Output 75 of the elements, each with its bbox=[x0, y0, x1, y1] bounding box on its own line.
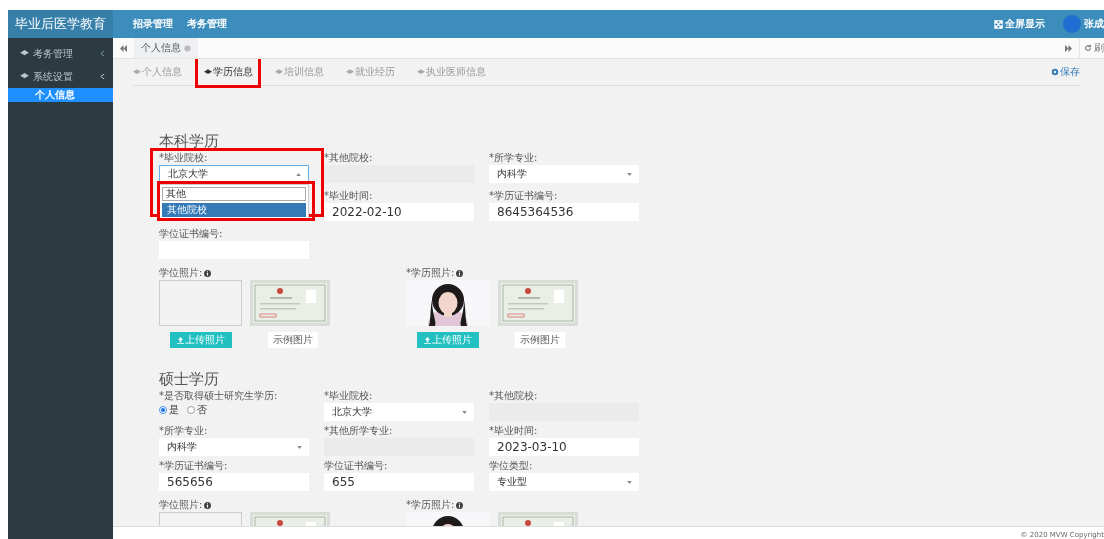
field-label: 学位照片: bbox=[159, 499, 330, 511]
input-field[interactable]: 2022-02-10 bbox=[324, 203, 474, 221]
dropdown-option[interactable]: 其他院校 bbox=[162, 203, 306, 217]
scroll-left-icon[interactable] bbox=[119, 44, 128, 52]
tab-icon bbox=[133, 68, 141, 76]
nav-link[interactable]: 招录管理 bbox=[133, 17, 173, 31]
app-logo: 毕业后医学教育 bbox=[8, 10, 113, 38]
tab-icon bbox=[417, 68, 425, 76]
caret-icon bbox=[297, 445, 302, 449]
select-field[interactable]: 内科学 bbox=[489, 165, 639, 183]
select-field[interactable]: 内科学 bbox=[159, 438, 309, 456]
user-name[interactable]: 张成 bbox=[1084, 17, 1104, 31]
expand-icon bbox=[994, 19, 1003, 29]
field-label: 学位证书编号: bbox=[324, 460, 389, 472]
field-label: *其他院校: bbox=[324, 152, 374, 164]
caret-icon bbox=[100, 50, 105, 57]
field-label: *其他院校: bbox=[489, 390, 539, 402]
radio-option[interactable]: 否 bbox=[187, 403, 207, 417]
field-label: *毕业时间: bbox=[489, 425, 539, 437]
input-field[interactable]: 8645364536 bbox=[489, 203, 639, 221]
field-label: *所学专业: bbox=[159, 425, 209, 437]
select-field[interactable]: 专业型 bbox=[489, 473, 639, 491]
caret-icon bbox=[296, 172, 301, 176]
field-label: *毕业时间: bbox=[324, 190, 374, 202]
field-label: *所学专业: bbox=[489, 152, 539, 164]
input-field[interactable]: 655 bbox=[324, 473, 474, 491]
info-icon bbox=[204, 269, 212, 277]
field-label: 学位类型: bbox=[489, 460, 534, 472]
upload-icon bbox=[424, 336, 431, 344]
sample-button[interactable]: 示例图片 bbox=[515, 332, 565, 348]
tab-icon bbox=[275, 68, 283, 76]
field-label: 学位照片: bbox=[159, 267, 330, 279]
field-label: *学历照片: bbox=[406, 267, 578, 279]
sidebar-label: 系统设置 bbox=[33, 69, 74, 84]
sidebar-label: 考务管理 bbox=[33, 46, 74, 61]
field-label: *毕业院校: bbox=[324, 390, 374, 402]
input-field[interactable]: 565656 bbox=[159, 473, 309, 491]
sample-button[interactable]: 示例图片 bbox=[268, 332, 318, 348]
radio-button[interactable] bbox=[187, 406, 195, 414]
field-label: 学位证书编号: bbox=[159, 228, 224, 240]
refresh-icon bbox=[1084, 44, 1092, 52]
info-icon bbox=[204, 501, 212, 509]
upload-icon bbox=[177, 336, 184, 344]
close-icon[interactable] bbox=[184, 44, 191, 52]
sidebar-item[interactable]: 考务管理 bbox=[8, 42, 113, 65]
field-label: *毕业院校: bbox=[159, 152, 209, 164]
tab-icon bbox=[346, 68, 354, 76]
save-button[interactable]: 保存 bbox=[1051, 65, 1080, 79]
caret-icon bbox=[627, 480, 632, 484]
section-title: 本科学历 bbox=[159, 132, 220, 151]
radio-option[interactable]: 是 bbox=[159, 403, 179, 417]
scroll-right-icon[interactable] bbox=[1064, 44, 1073, 52]
field-label: *其他所学专业: bbox=[324, 425, 394, 437]
search-field[interactable]: 其他 bbox=[162, 187, 306, 201]
avatar-icon[interactable] bbox=[1063, 15, 1081, 33]
fullscreen-button[interactable]: 全屏显示 bbox=[994, 17, 1045, 31]
field-label: *学历照片: bbox=[406, 499, 578, 511]
field-label: *学历证书编号: bbox=[159, 460, 229, 472]
nav-link[interactable]: 考务管理 bbox=[187, 17, 227, 31]
sidebar-item[interactable]: 系统设置 bbox=[8, 65, 113, 88]
info-icon bbox=[456, 501, 464, 509]
caret-icon bbox=[100, 73, 105, 80]
info-icon bbox=[456, 269, 464, 277]
field-label: *学历证书编号: bbox=[489, 190, 559, 202]
page-tab[interactable]: 个人信息 bbox=[134, 38, 198, 58]
section-tab[interactable]: 学历信息 bbox=[204, 65, 253, 79]
refresh-button[interactable]: 刷 bbox=[1079, 38, 1104, 58]
field-label: *是否取得硕士研究生学历: bbox=[159, 390, 279, 402]
input-field[interactable]: 2023-03-10 bbox=[489, 438, 639, 456]
caret-icon bbox=[462, 410, 467, 414]
select-field[interactable]: 北京大学 bbox=[324, 403, 474, 421]
section-title: 硕士学历 bbox=[159, 370, 220, 389]
radio-button[interactable] bbox=[159, 406, 167, 414]
caret-icon bbox=[627, 172, 632, 176]
tab-icon bbox=[204, 68, 212, 76]
